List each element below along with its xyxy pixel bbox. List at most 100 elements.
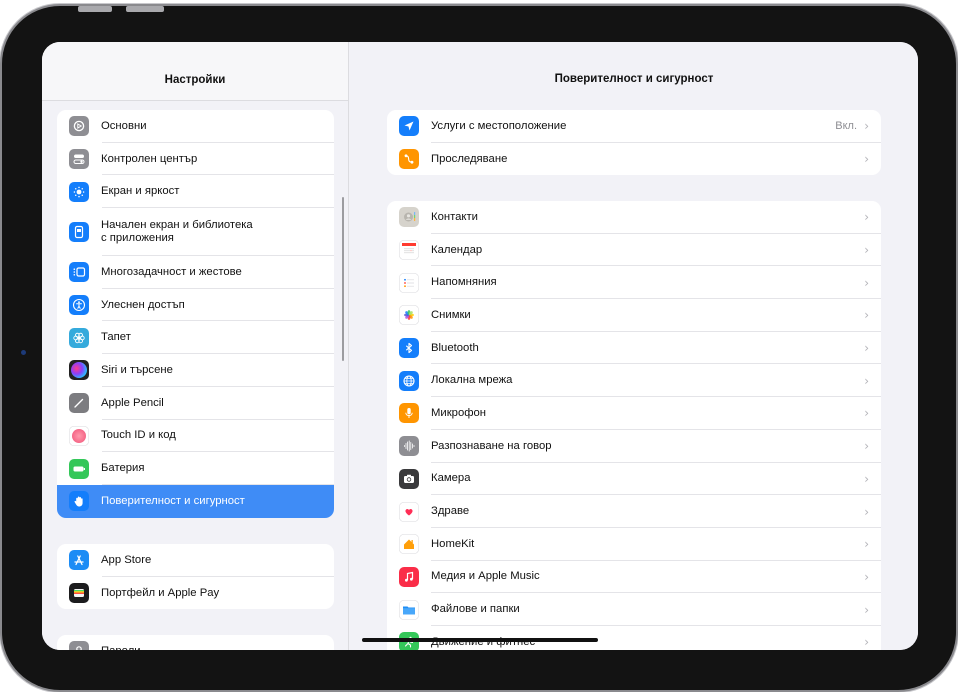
item-label: Улеснен достъп <box>101 298 185 311</box>
heart-icon <box>399 501 419 522</box>
sidebar-item-gear[interactable]: Основни <box>57 110 334 143</box>
sidebar-item-siri[interactable]: Siri и търсене <box>57 354 334 387</box>
item-label: Siri и търсене <box>101 363 173 376</box>
chevron-right-icon: › <box>864 119 869 134</box>
sidebar-item-fingerprint[interactable]: Touch ID и код <box>57 420 334 453</box>
home-indicator[interactable] <box>362 638 598 642</box>
item-label: Контролен център <box>101 152 198 165</box>
item-label: Пароли <box>101 645 141 650</box>
globe-icon <box>399 370 419 391</box>
item-label: Touch ID и код <box>101 429 176 442</box>
location-arrow-icon <box>399 116 419 137</box>
privacy-item-reminders[interactable]: Напомняния › <box>387 266 881 299</box>
tracking-icon <box>399 149 419 170</box>
privacy-item-globe[interactable]: Локална мрежа › <box>387 364 881 397</box>
sidebar-item-app-store[interactable]: App Store <box>57 544 334 577</box>
privacy-item-house[interactable]: HomeKit › <box>387 528 881 561</box>
pencil-icon <box>69 393 89 414</box>
item-label: Контакти <box>431 210 478 223</box>
sidebar-scrollbar[interactable] <box>342 197 344 361</box>
chevron-right-icon: › <box>864 504 869 519</box>
chevron-right-icon: › <box>864 341 869 356</box>
sidebar-item-home-screen[interactable]: Начален екран и библиотека с приложения <box>57 208 334 257</box>
siri-icon <box>69 360 89 381</box>
sidebar-item-sun[interactable]: Екран и яркост <box>57 175 334 208</box>
sidebar-item-wallpaper[interactable]: Тапет <box>57 321 334 354</box>
multitasking-icon <box>69 262 89 283</box>
privacy-item-camera[interactable]: Камера › <box>387 463 881 496</box>
camera-icon <box>399 468 419 489</box>
calendar-icon <box>399 240 419 261</box>
item-label: Поверителност и сигурност <box>101 494 245 507</box>
item-label: Локална мрежа <box>431 374 513 387</box>
sidebar-group-main: Основни Контролен център Екран и яркост Нач… <box>57 110 334 518</box>
fingerprint-icon <box>69 425 89 446</box>
item-label: Здраве <box>431 505 470 518</box>
item-label: Напомняния <box>431 276 497 289</box>
sidebar-item-key[interactable]: Пароли <box>57 635 334 650</box>
sidebar-item-battery[interactable]: Батерия <box>57 452 334 485</box>
contacts-icon <box>399 207 419 228</box>
toggles-icon <box>69 149 89 170</box>
item-label: Портфейл и Apple Pay <box>101 586 220 599</box>
item-value: Вкл. <box>835 120 857 133</box>
item-label-line: с приложения <box>101 232 174 245</box>
reminders-icon <box>399 272 419 293</box>
sidebar-item-toggles[interactable]: Контролен център <box>57 143 334 176</box>
item-label: Календар <box>431 243 483 256</box>
chevron-right-icon: › <box>864 635 869 650</box>
item-label: Apple Pencil <box>101 396 164 409</box>
chevron-right-icon: › <box>864 406 869 421</box>
item-label: Батерия <box>101 462 145 475</box>
front-camera <box>21 350 26 355</box>
privacy-item-bluetooth[interactable]: Bluetooth › <box>387 332 881 365</box>
item-label: HomeKit <box>431 537 475 550</box>
sidebar-item-wallet[interactable]: Портфейл и Apple Pay <box>57 577 334 610</box>
bluetooth-icon <box>399 338 419 359</box>
sidebar-header: Настройки <box>42 42 348 101</box>
privacy-item-microphone[interactable]: Микрофон › <box>387 397 881 430</box>
chevron-right-icon: › <box>864 275 869 290</box>
music-icon <box>399 566 419 587</box>
item-label: Екран и яркост <box>101 185 180 198</box>
app-store-icon <box>69 550 89 571</box>
item-label: Услуги с местоположение <box>431 119 567 132</box>
privacy-item-music[interactable]: Медия и Apple Music › <box>387 561 881 594</box>
house-icon <box>399 534 419 555</box>
sidebar-group-store: App Store Портфейл и Apple Pay <box>57 544 334 610</box>
item-label: Микрофон <box>431 406 487 419</box>
privacy-item-heart[interactable]: Здраве › <box>387 495 881 528</box>
item-label: Файлове и папки <box>431 603 520 616</box>
sidebar-group-passwords: Пароли <box>57 635 334 650</box>
item-label: Разпознаване на говор <box>431 439 552 452</box>
battery-icon <box>69 458 89 479</box>
item-label: Bluetooth <box>431 341 479 354</box>
item-label: Проследяване <box>431 152 508 165</box>
privacy-item-contacts[interactable]: Контакти › <box>387 201 881 234</box>
home-screen-icon <box>69 222 89 243</box>
sidebar-item-multitasking[interactable]: Многозадачност и жестове <box>57 256 334 289</box>
privacy-item-location-arrow[interactable]: Услуги с местоположение Вкл. › <box>387 110 881 143</box>
privacy-item-waveform[interactable]: Разпознаване на говор › <box>387 430 881 463</box>
sidebar-item-accessibility[interactable]: Улеснен достъп <box>57 289 334 322</box>
item-label: Начален екран и библиотека с приложения <box>101 219 253 245</box>
item-label: Медия и Apple Music <box>431 570 540 583</box>
wallpaper-icon <box>69 327 89 348</box>
chevron-right-icon: › <box>864 537 869 552</box>
folder-icon <box>399 599 419 620</box>
privacy-item-tracking[interactable]: Проследяване › <box>387 143 881 176</box>
chevron-right-icon: › <box>864 602 869 617</box>
sidebar-item-hand[interactable]: Поверителност и сигурност <box>57 484 334 518</box>
key-icon <box>69 641 89 650</box>
privacy-item-calendar[interactable]: Календар › <box>387 234 881 267</box>
chevron-right-icon: › <box>864 152 869 167</box>
settings-sidebar: Настройки Основни Контролен център Екран и… <box>42 42 349 650</box>
sidebar-item-pencil[interactable]: Apple Pencil <box>57 387 334 420</box>
privacy-item-photos[interactable]: Снимки › <box>387 299 881 332</box>
wallet-icon <box>69 583 89 604</box>
item-label: Тапет <box>101 331 131 344</box>
item-label: Основни <box>101 119 147 132</box>
item-label: Камера <box>431 472 471 485</box>
chevron-right-icon: › <box>864 210 869 225</box>
privacy-item-folder[interactable]: Файлове и папки › <box>387 593 881 626</box>
